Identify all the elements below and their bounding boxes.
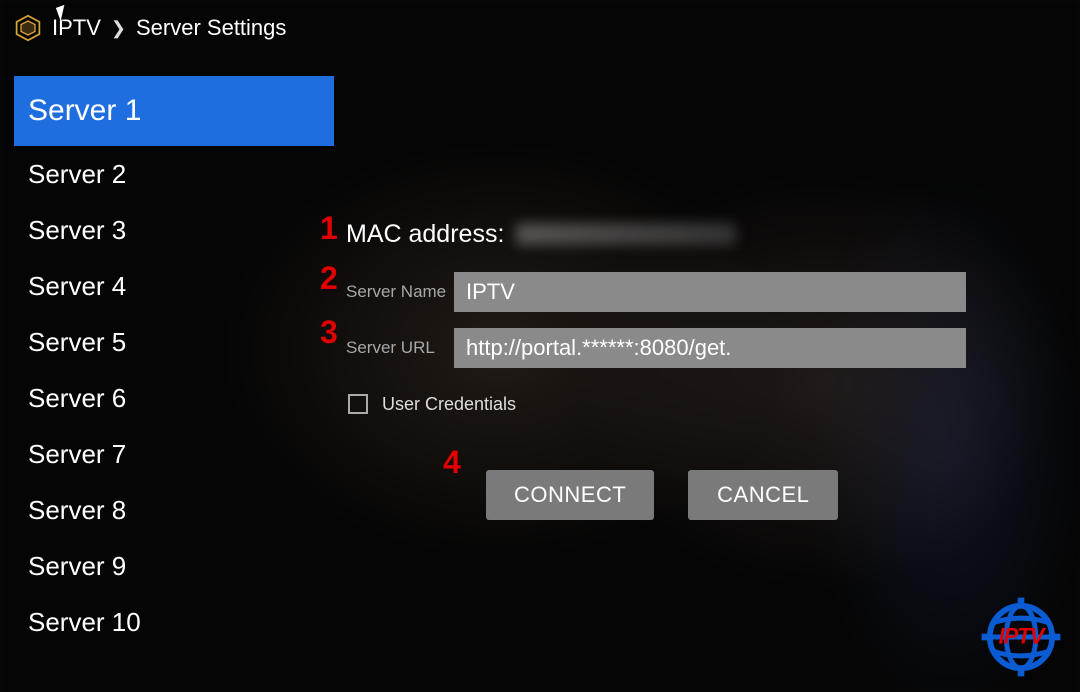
- server-name-row: Server Name: [346, 272, 966, 312]
- annotation-2: 2: [320, 260, 338, 297]
- server-form: MAC address: Server Name Server URL User…: [346, 214, 966, 520]
- server-name-input[interactable]: [454, 272, 966, 312]
- credentials-row: User Credentials: [346, 384, 966, 424]
- sidebar-item-label: Server 6: [28, 383, 126, 414]
- sidebar-item-label: Server 10: [28, 607, 141, 638]
- sidebar-item-label: Server 5: [28, 327, 126, 358]
- sidebar-item-label: Server 3: [28, 215, 126, 246]
- cancel-button[interactable]: CANCEL: [688, 470, 838, 520]
- sidebar-item-server-7[interactable]: Server 7: [14, 426, 334, 482]
- breadcrumb: IPTV ❯ Server Settings: [14, 14, 286, 42]
- sidebar-item-label: Server 8: [28, 495, 126, 526]
- annotation-4: 4: [443, 444, 461, 481]
- app-root: IPTV ❯ Server Settings Server 1 Server 2…: [0, 0, 1080, 692]
- mac-address-row: MAC address:: [346, 214, 966, 254]
- sidebar-item-label: Server 9: [28, 551, 126, 582]
- server-name-label: Server Name: [346, 282, 454, 302]
- sidebar-item-server-10[interactable]: Server 10: [14, 594, 334, 650]
- annotation-3: 3: [320, 314, 338, 351]
- credentials-checkbox[interactable]: [348, 394, 368, 414]
- sidebar-item-server-4[interactable]: Server 4: [14, 258, 334, 314]
- sidebar-item-server-1[interactable]: Server 1: [14, 76, 334, 146]
- iptv-logo: IPTV: [980, 596, 1062, 678]
- server-list: Server 1 Server 2 Server 3 Server 4 Serv…: [14, 76, 334, 650]
- sidebar-item-label: Server 7: [28, 439, 126, 470]
- sidebar-item-server-8[interactable]: Server 8: [14, 482, 334, 538]
- breadcrumb-page: Server Settings: [136, 15, 286, 41]
- sidebar-item-server-3[interactable]: Server 3: [14, 202, 334, 258]
- server-url-row: Server URL: [346, 328, 966, 368]
- credentials-label: User Credentials: [382, 394, 516, 415]
- app-logo-icon: [14, 14, 42, 42]
- mac-address-label: MAC address:: [346, 220, 504, 249]
- sidebar-item-label: Server 4: [28, 271, 126, 302]
- sidebar-item-server-9[interactable]: Server 9: [14, 538, 334, 594]
- connect-button[interactable]: CONNECT: [486, 470, 654, 520]
- server-url-label: Server URL: [346, 338, 454, 358]
- iptv-logo-text: IPTV: [999, 623, 1044, 649]
- annotation-1: 1: [320, 210, 338, 247]
- sidebar-item-server-2[interactable]: Server 2: [14, 146, 334, 202]
- sidebar-item-server-5[interactable]: Server 5: [14, 314, 334, 370]
- sidebar-item-server-6[interactable]: Server 6: [14, 370, 334, 426]
- form-buttons: CONNECT CANCEL: [486, 470, 966, 520]
- server-url-input[interactable]: [454, 328, 966, 368]
- sidebar-item-label: Server 1: [28, 94, 141, 128]
- sidebar-item-label: Server 2: [28, 159, 126, 190]
- mac-address-value-redacted: [516, 223, 736, 245]
- chevron-right-icon: ❯: [111, 18, 126, 39]
